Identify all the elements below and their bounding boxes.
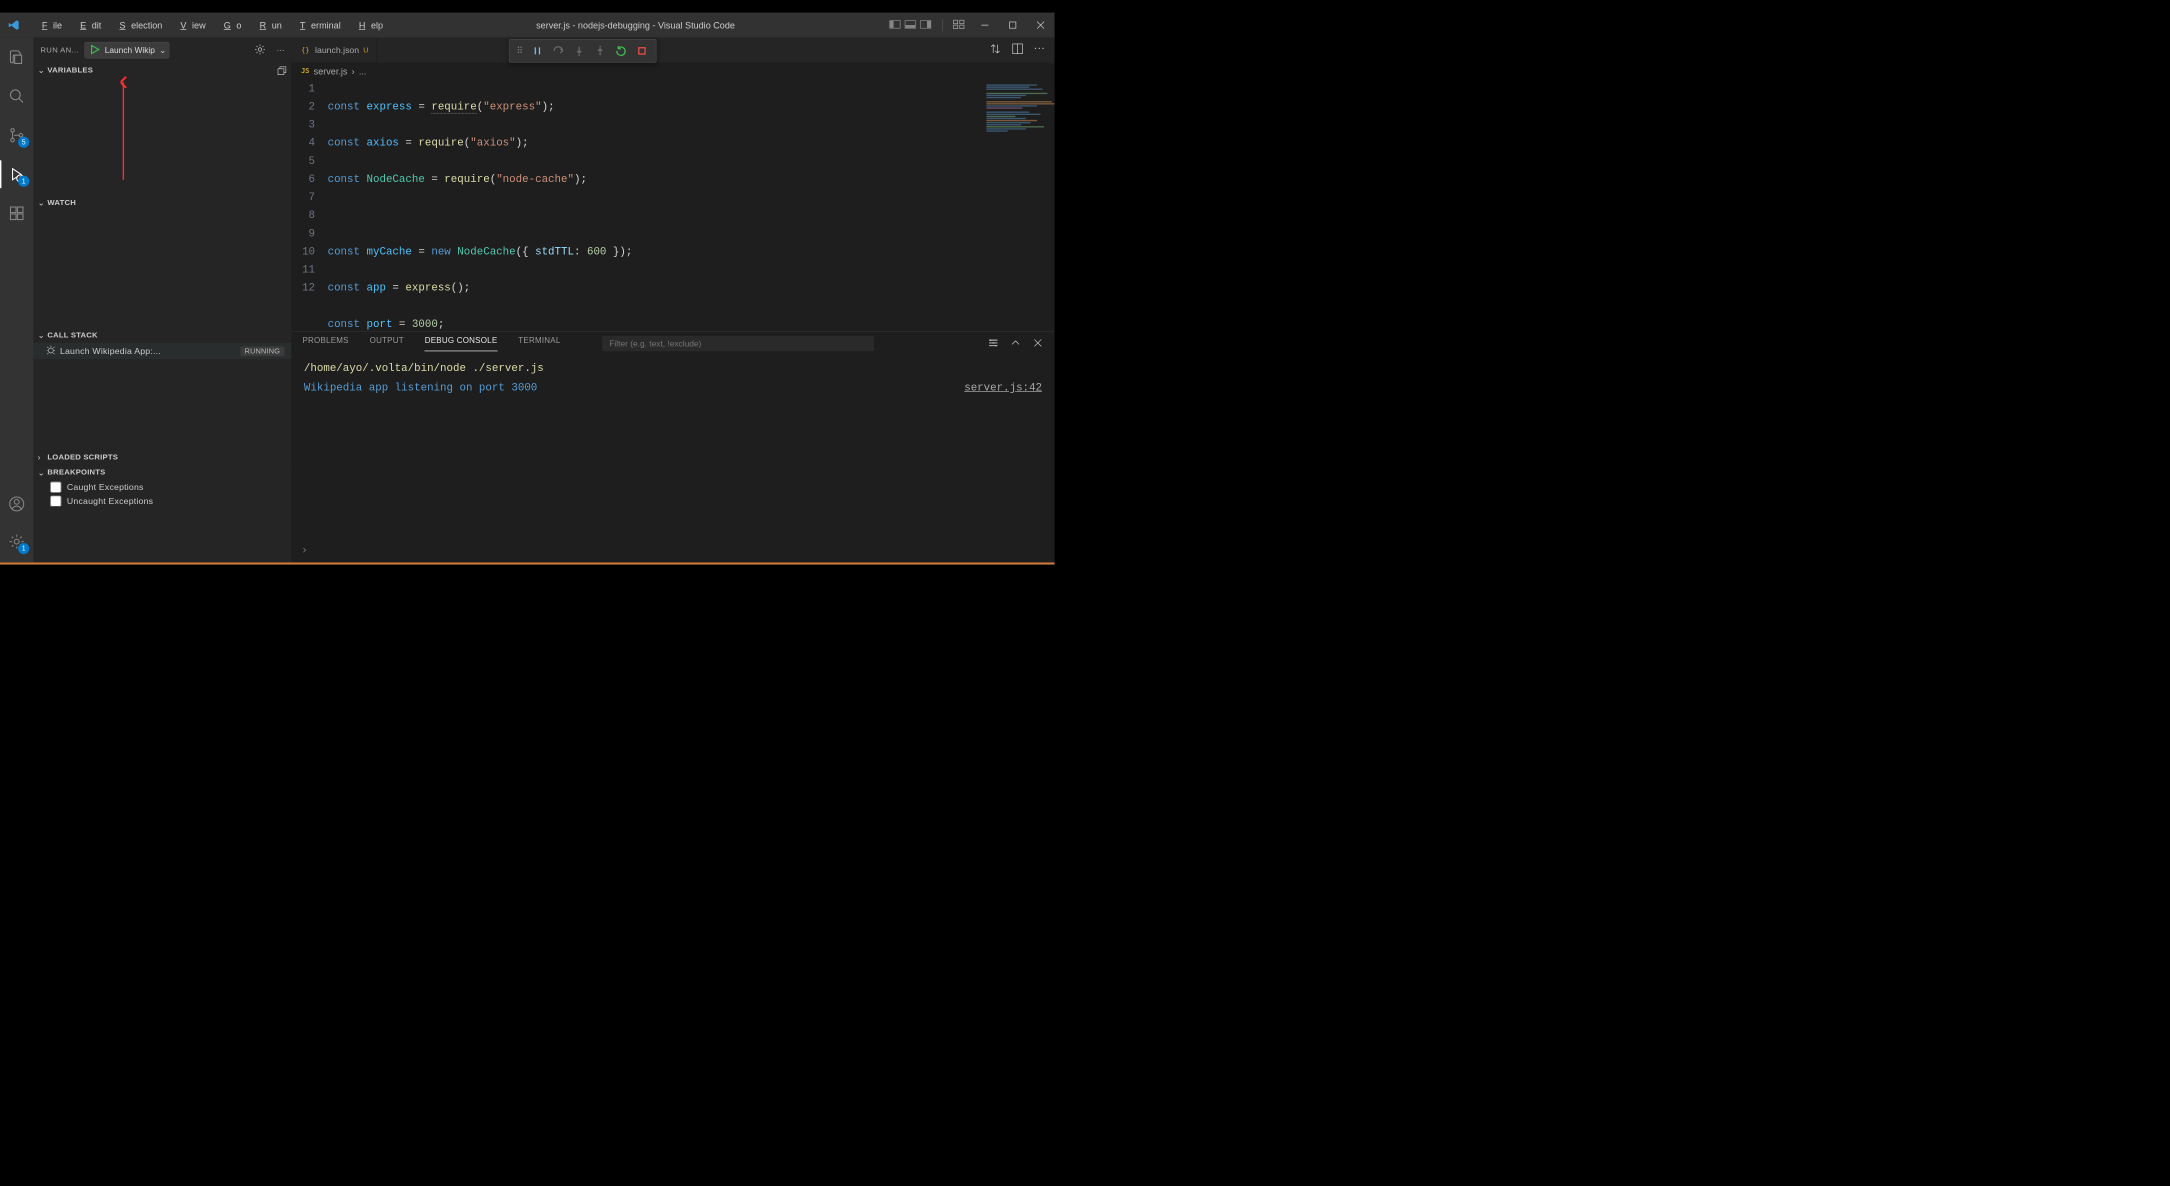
json-file-icon: {} [300, 45, 311, 56]
chevron-down-icon[interactable]: ⌄ [156, 45, 166, 55]
session-status-badge: RUNNING [240, 346, 284, 356]
breadcrumb[interactable]: JS server.js › ... [291, 63, 1054, 80]
more-editor-actions-icon[interactable]: ··· [1034, 42, 1045, 58]
minimap[interactable] [978, 79, 1055, 331]
scm-badge: 5 [18, 137, 29, 148]
extensions-icon[interactable] [0, 199, 33, 227]
start-debug-icon[interactable] [87, 44, 104, 57]
panel-tab-terminal[interactable]: TERMINAL [518, 337, 560, 351]
panel-maximize-icon[interactable] [1010, 337, 1021, 350]
uncaught-exceptions-checkbox[interactable] [50, 496, 61, 507]
callstack-section-header[interactable]: ⌄CALL STACK [33, 328, 291, 343]
activity-bar: 5 1 1 [0, 38, 33, 563]
panel-tab-problems[interactable]: PROBLEMS [302, 337, 348, 351]
close-button[interactable] [1027, 13, 1055, 38]
console-line: Wikipedia app listening on port 3000 [304, 378, 964, 398]
breakpoints-section-header[interactable]: ⌄BREAKPOINTS [33, 465, 291, 480]
layout-left-icon[interactable] [889, 20, 900, 30]
panel-close-icon[interactable] [1032, 337, 1043, 350]
vscode-logo-icon [0, 19, 28, 32]
tab-bar: {} launch.json U ··· [291, 38, 1054, 63]
step-over-button[interactable] [548, 41, 568, 61]
panel-tab-output[interactable]: OUTPUT [370, 337, 404, 351]
watch-section-header[interactable]: ⌄WATCH [33, 195, 291, 210]
layout-right-icon[interactable] [920, 20, 931, 30]
collapse-all-icon[interactable] [277, 65, 287, 75]
stop-button[interactable] [632, 41, 652, 61]
maximize-button[interactable] [999, 13, 1027, 38]
accounts-icon[interactable] [0, 490, 33, 518]
more-actions-icon[interactable]: ··· [271, 46, 284, 54]
menu-go[interactable]: Go [213, 17, 247, 33]
step-into-button[interactable] [569, 41, 589, 61]
console-settings-icon[interactable] [988, 337, 999, 350]
breakpoint-uncaught[interactable]: Uncaught Exceptions [33, 494, 291, 508]
configure-icon[interactable] [254, 44, 265, 57]
menu-run[interactable]: Run [248, 17, 287, 33]
launch-config-selector[interactable]: Launch Wikip ⌄ [85, 42, 170, 59]
launch-config-name: Launch Wikip [103, 45, 156, 55]
menu-view[interactable]: View [169, 17, 211, 33]
variables-section-header[interactable]: ⌄VARIABLES [33, 63, 291, 78]
tab-launch-json[interactable]: {} launch.json U [291, 38, 377, 63]
layout-bottom-icon[interactable] [905, 20, 916, 30]
minimize-button[interactable] [971, 13, 999, 38]
debug-badge: 1 [18, 176, 29, 187]
debug-sidebar: RUN AN... Launch Wikip ⌄ ··· ⌄VARIABLES [33, 38, 291, 563]
menu-edit[interactable]: Edit [69, 17, 107, 33]
editor-group: {} launch.json U ··· JS server.js › ... [291, 38, 1054, 563]
line-gutter: 123456789101112 [291, 79, 327, 331]
bug-icon [46, 345, 56, 357]
window-title: server.js - nodejs-debugging - Visual St… [389, 20, 883, 30]
manage-icon[interactable]: 1 [0, 528, 33, 556]
search-icon[interactable] [0, 82, 33, 110]
callstack-item[interactable]: Launch Wikipedia App:... RUNNING [33, 343, 291, 359]
title-bar: File Edit Selection View Go Run Terminal… [0, 13, 1055, 38]
caught-exceptions-checkbox[interactable] [50, 482, 61, 493]
restart-button[interactable] [611, 41, 631, 61]
split-editor-icon[interactable] [1011, 42, 1024, 58]
sidebar-title: RUN AN... [40, 46, 78, 54]
js-file-icon: JS [301, 67, 309, 75]
compare-changes-icon[interactable] [989, 42, 1002, 58]
run-debug-icon[interactable]: 1 [0, 160, 33, 188]
console-filter-input[interactable] [602, 336, 874, 351]
bottom-panel: PROBLEMS OUTPUT DEBUG CONSOLE TERMINAL /… [291, 331, 1054, 562]
manage-badge: 1 [18, 543, 29, 554]
menu-help[interactable]: Help [348, 17, 389, 33]
pause-button[interactable] [527, 41, 547, 61]
panel-tab-debug-console[interactable]: DEBUG CONSOLE [425, 336, 498, 351]
breakpoint-caught[interactable]: Caught Exceptions [33, 480, 291, 494]
console-line: /home/ayo/.volta/bin/node ./server.js [304, 358, 1042, 378]
status-bar[interactable] [0, 562, 1055, 564]
debug-toolbar[interactable]: ⠿ [509, 39, 656, 63]
step-out-button[interactable] [590, 41, 610, 61]
menu-selection[interactable]: Selection [108, 17, 168, 33]
modified-untracked-badge: U [363, 46, 368, 54]
debug-console-body[interactable]: /home/ayo/.volta/bin/node ./server.js Wi… [291, 355, 1054, 542]
source-control-icon[interactable]: 5 [0, 121, 33, 149]
menu-file[interactable]: File [31, 17, 68, 33]
customize-layout-icon[interactable] [947, 19, 971, 31]
console-source-link[interactable]: server.js:42 [964, 378, 1042, 398]
grip-icon[interactable]: ⠿ [514, 45, 526, 56]
explorer-icon[interactable] [0, 43, 33, 71]
loaded-scripts-section-header[interactable]: ›LOADED SCRIPTS [33, 450, 291, 465]
menu-terminal[interactable]: Terminal [289, 17, 347, 33]
debug-console-input[interactable]: › [291, 543, 1054, 563]
code-editor[interactable]: 123456789101112 const express = require(… [291, 79, 978, 331]
